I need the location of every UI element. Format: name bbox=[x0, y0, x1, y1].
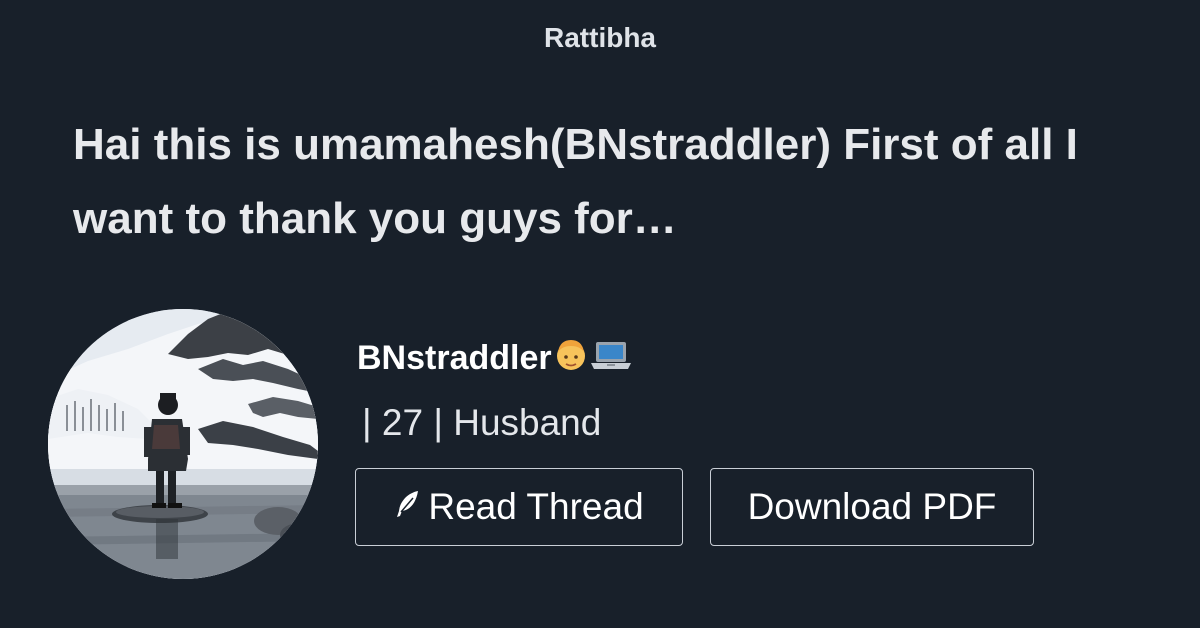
download-pdf-button[interactable]: Download PDF bbox=[710, 468, 1034, 546]
author-bio: | 27 | Husband bbox=[362, 402, 602, 443]
site-brand[interactable]: Rattibha bbox=[0, 20, 1200, 56]
author-name[interactable]: BNstraddler bbox=[357, 336, 632, 384]
laptop-emoji-icon bbox=[590, 338, 632, 383]
download-pdf-label: Download PDF bbox=[747, 486, 997, 527]
thread-headline: Hai this is umamahesh(BNstraddler) First… bbox=[73, 120, 1078, 243]
read-thread-button[interactable]: Read Thread bbox=[355, 468, 683, 546]
author-name-text: BNstraddler bbox=[357, 339, 552, 377]
read-thread-label: Read Thread bbox=[428, 486, 644, 527]
feather-icon bbox=[394, 486, 422, 528]
person-emoji-icon bbox=[554, 337, 588, 384]
author-avatar bbox=[48, 309, 318, 579]
